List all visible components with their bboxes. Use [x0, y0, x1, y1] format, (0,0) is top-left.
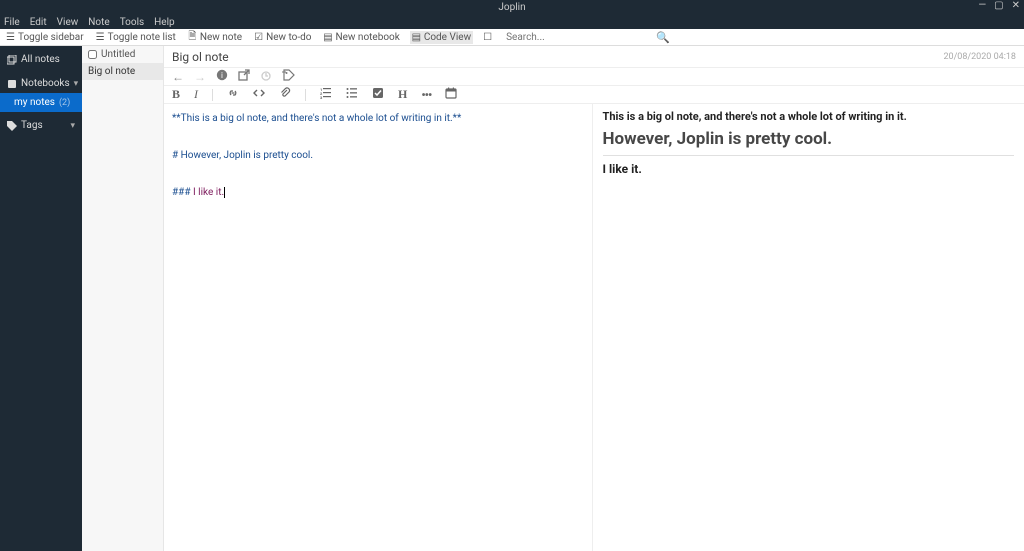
search-input[interactable] — [506, 32, 656, 43]
checkbox-list-icon[interactable] — [372, 87, 384, 102]
preview-h1: However, Joplin is pretty cool. — [603, 129, 1015, 156]
hr-icon[interactable]: ••• — [421, 88, 431, 102]
close-icon[interactable]: ✕ — [1012, 0, 1020, 11]
new-note-label: New note — [200, 32, 242, 43]
sidebar-tags-header[interactable]: Tags ▾ — [0, 116, 82, 135]
markdown-editor[interactable]: **This is a big ol note, and there's not… — [164, 104, 593, 551]
alarm-icon[interactable] — [260, 69, 272, 84]
forward-icon[interactable]: → — [194, 70, 206, 84]
sidebar-item-count: (2) — [59, 98, 70, 108]
layout-icon: ☐ — [483, 33, 492, 42]
new-note-button[interactable]: 🗎 New note — [186, 31, 244, 44]
list-icon: ☰ — [6, 33, 15, 42]
chevron-down-icon: ▾ — [70, 121, 75, 131]
code-view-label: Code View — [424, 32, 471, 43]
sidebar-notebooks-header[interactable]: Notebooks ▾ — [0, 74, 82, 93]
chevron-down-icon: ▾ — [74, 79, 79, 89]
preview-bold-line: This is a big ol note, and there's not a… — [603, 110, 1015, 123]
window-title: Joplin — [498, 2, 525, 13]
toggle-notelist-label: Toggle note list — [108, 32, 176, 43]
split-pane: **This is a big ol note, and there's not… — [164, 104, 1024, 551]
sidebar: All notes Notebooks ▾ my notes (2) Tags … — [0, 46, 82, 551]
heading-icon[interactable]: H — [398, 87, 407, 102]
maximize-icon[interactable]: ▢ — [994, 0, 1003, 11]
note-title-row: 20/08/2020 04:18 — [164, 46, 1024, 68]
italic-icon[interactable]: I — [194, 87, 198, 102]
notelist-item-title: Big ol note — [88, 66, 135, 77]
editor-toolbar-format: B I 123 H ••• — [164, 86, 1024, 104]
window-controls: — ▢ ✕ — [978, 0, 1020, 11]
text-cursor — [224, 187, 225, 198]
menu-tools[interactable]: Tools — [120, 17, 144, 28]
code-block-icon[interactable] — [253, 87, 265, 102]
sidebar-all-notes-label: All notes — [21, 54, 60, 65]
search-icon[interactable]: 🔍 — [656, 31, 670, 44]
sidebar-all-notes[interactable]: All notes — [0, 49, 82, 70]
sidebar-item-label: my notes — [14, 97, 55, 108]
info-icon[interactable]: i — [216, 69, 228, 84]
notelist-item[interactable]: Big ol note — [82, 63, 163, 80]
note-timestamp: 20/08/2020 04:18 — [943, 52, 1016, 62]
tag-icon[interactable] — [282, 69, 296, 84]
menubar: File Edit View Note Tools Help — [0, 15, 1024, 29]
minimize-icon[interactable]: — — [978, 0, 986, 11]
md-line-2: # However, Joplin is pretty cool. — [172, 150, 313, 161]
attachment-icon[interactable] — [279, 87, 291, 102]
code-icon: ▤ — [412, 33, 421, 42]
book-icon — [7, 79, 17, 89]
code-view-button[interactable]: ▤ Code View — [410, 31, 473, 44]
sidebar-notebooks-label: Notebooks — [21, 78, 70, 89]
back-icon[interactable]: ← — [172, 70, 184, 84]
toggle-notelist-button[interactable]: ☰ Toggle note list — [94, 31, 178, 44]
tags-icon — [7, 121, 17, 131]
notes-stack-icon — [7, 55, 17, 65]
svg-text:3: 3 — [320, 95, 323, 99]
editor-column: 20/08/2020 04:18 ← → i B I — [164, 46, 1024, 551]
md-line-3-text: I like it. — [193, 187, 224, 198]
menu-help[interactable]: Help — [154, 17, 174, 28]
toggle-sidebar-button[interactable]: ☰ Toggle sidebar — [4, 31, 86, 44]
menu-edit[interactable]: Edit — [30, 17, 47, 28]
editor-toolbar-nav: ← → i — [164, 68, 1024, 86]
sidebar-item-mynotes[interactable]: my notes (2) — [0, 93, 82, 112]
toggle-sidebar-label: Toggle sidebar — [18, 32, 84, 43]
sidebar-tags-label: Tags — [21, 120, 43, 131]
datetime-icon[interactable] — [445, 87, 457, 102]
menu-file[interactable]: File — [4, 17, 20, 28]
todo-checkbox[interactable] — [88, 50, 97, 59]
list-icon: ☰ — [96, 33, 105, 42]
note-title-input[interactable] — [172, 50, 943, 64]
bold-icon[interactable]: B — [172, 87, 180, 102]
toolbar: ☰ Toggle sidebar ☰ Toggle note list 🗎 Ne… — [0, 29, 1024, 46]
md-line-1: **This is a big ol note, and there's not… — [172, 113, 461, 124]
menu-note[interactable]: Note — [88, 17, 109, 28]
new-notebook-button[interactable]: ▤ New notebook — [322, 31, 402, 44]
preview-h3: I like it. — [603, 162, 1015, 176]
note-icon: 🗎 — [188, 33, 197, 42]
menu-view[interactable]: View — [57, 17, 79, 28]
svg-text:i: i — [221, 71, 223, 80]
notelist: Untitled Big ol note — [82, 46, 164, 551]
new-todo-label: New to-do — [266, 32, 311, 43]
separator — [305, 89, 306, 101]
search-box[interactable]: 🔍 — [506, 31, 676, 44]
preview-pane: This is a big ol note, and there's not a… — [593, 104, 1024, 551]
separator — [212, 89, 213, 101]
link-icon[interactable] — [227, 87, 239, 102]
main-area: All notes Notebooks ▾ my notes (2) Tags … — [0, 46, 1024, 551]
titlebar: Joplin — ▢ ✕ — [0, 0, 1024, 15]
external-link-icon[interactable] — [238, 69, 250, 84]
numbered-list-icon[interactable]: 123 — [320, 87, 332, 102]
layout-toggle-button[interactable]: ☐ — [481, 32, 494, 43]
new-notebook-label: New notebook — [336, 32, 400, 43]
new-todo-button[interactable]: ☑ New to-do — [252, 31, 313, 44]
notelist-item[interactable]: Untitled — [82, 46, 163, 63]
notelist-item-title: Untitled — [101, 49, 135, 60]
checkbox-icon: ☑ — [254, 33, 263, 42]
notebook-icon: ▤ — [324, 33, 333, 42]
bullet-list-icon[interactable] — [346, 87, 358, 102]
md-line-3-sym: ### — [172, 187, 193, 198]
